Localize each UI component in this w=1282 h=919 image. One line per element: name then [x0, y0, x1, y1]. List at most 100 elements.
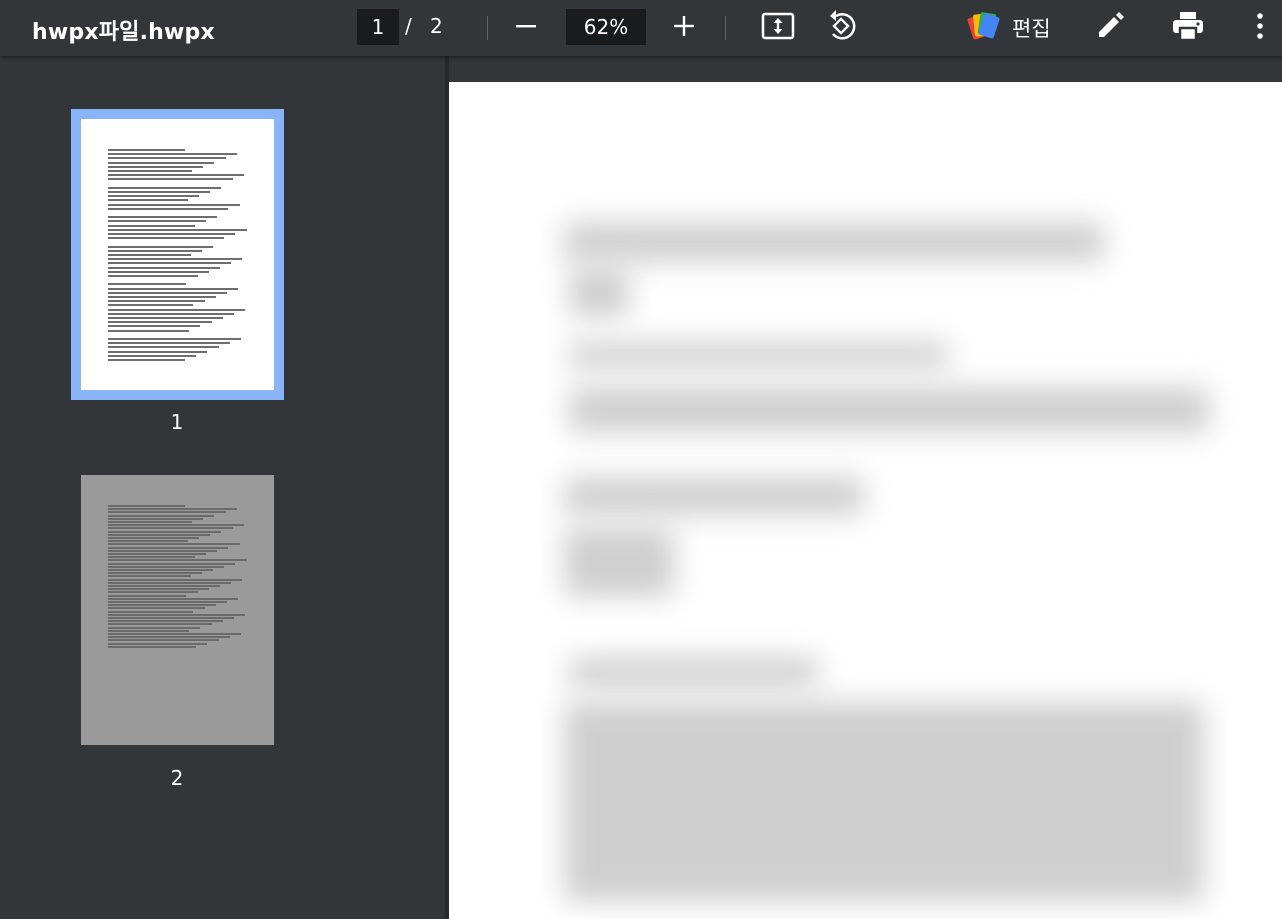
thumbnail-text-line	[108, 607, 205, 610]
annotate-button[interactable]	[1090, 8, 1130, 48]
thumbnail-label-1: 1	[170, 410, 184, 434]
page-separator: /	[405, 14, 412, 38]
blurred-text-block	[569, 342, 949, 368]
thumbnail-text-line	[108, 199, 188, 202]
thumbnail-text-line	[108, 540, 188, 543]
thumbnail-text-line	[108, 203, 240, 206]
thumbnail-text-line	[108, 249, 202, 252]
viewer-toolbar: hwpx파일.hwpx 1 / 2 62% 편집	[0, 0, 1282, 56]
thumbnail-text-line	[108, 153, 237, 156]
thumbnail-text-line	[108, 329, 190, 332]
thumbnail-text-line	[108, 359, 185, 361]
thumbnail-text-line	[108, 283, 187, 286]
printer-icon	[1171, 10, 1205, 47]
page-number-input[interactable]: 1	[357, 9, 399, 45]
thumbnail-text-line	[108, 633, 241, 635]
file-title: hwpx파일.hwpx	[32, 20, 215, 45]
edit-button[interactable]: 편집	[966, 10, 1051, 46]
fit-to-page-button[interactable]	[758, 8, 798, 48]
thumbnail-text-line	[108, 308, 246, 311]
thumbnail-text-line	[108, 354, 197, 357]
blurred-text-block	[569, 387, 1209, 433]
thumbnail-text-line	[108, 505, 185, 507]
rotate-button[interactable]	[822, 8, 862, 48]
thumbnail-page-1[interactable]	[71, 109, 284, 400]
docs-edit-icon	[966, 10, 1002, 47]
zoom-in-button[interactable]	[664, 8, 704, 48]
zoom-input[interactable]: 62%	[566, 9, 646, 45]
thumbnail-text-line	[108, 591, 198, 594]
thumbnail-text-line	[108, 597, 239, 600]
thumbnail-text-line	[108, 157, 226, 160]
thumbnail-text-line	[108, 575, 191, 578]
thumbnail-text-line	[108, 165, 204, 168]
thumbnail-text-line	[108, 508, 237, 511]
thumbnail-text-line	[108, 556, 195, 559]
thumbnail-text-line	[108, 161, 215, 164]
thumbnail-text-line	[108, 342, 230, 345]
thumbnail-text-line	[108, 178, 233, 181]
thumbnail-text-line	[108, 321, 212, 324]
thumbnail-text-line	[108, 533, 211, 536]
thumbnail-text-line	[108, 195, 199, 198]
blurred-text-block	[569, 657, 819, 687]
document-page-view	[449, 82, 1282, 919]
zoom-out-button[interactable]	[506, 8, 546, 48]
thumbnail-text-line	[108, 149, 185, 151]
pencil-icon	[1095, 11, 1125, 46]
thumbnail-text-line	[108, 623, 212, 626]
thumbnail-text-line	[108, 287, 239, 290]
thumbnail-page-2[interactable]	[81, 475, 274, 745]
thumbnail-text-line	[108, 594, 187, 597]
thumbnail-page-preview	[81, 119, 274, 390]
thumbnail-text-line	[108, 588, 209, 591]
thumbnail-text-line	[108, 639, 219, 642]
thumbnail-text-line	[108, 233, 236, 235]
print-button[interactable]	[1168, 8, 1208, 48]
thumbnail-text-line	[108, 543, 240, 546]
thumbnail-text-line	[108, 626, 201, 629]
blurred-text-block	[564, 702, 1204, 902]
thumbnail-text-line	[108, 527, 233, 530]
edit-label: 편집	[1012, 17, 1051, 41]
page-total: 2	[430, 14, 443, 38]
thumbnail-text-line	[108, 325, 201, 328]
thumbnail-text-line	[108, 559, 247, 562]
more-vert-icon	[1256, 12, 1264, 45]
blurred-text-block	[564, 477, 864, 515]
thumbnail-text-line	[108, 275, 198, 277]
thumbnail-text-line	[108, 604, 216, 607]
thumbnail-text-line	[108, 317, 223, 319]
minus-icon	[514, 14, 538, 43]
thumbnail-text-line	[108, 304, 194, 307]
thumbnail-text-line	[108, 220, 206, 223]
thumbnail-text-line	[108, 524, 244, 527]
thumbnail-text-line	[108, 537, 199, 539]
thumbnail-text-line	[108, 186, 222, 189]
thumbnail-text-line	[108, 270, 209, 273]
thumbnail-text-line	[108, 549, 218, 552]
thumbnail-text-line	[108, 514, 215, 517]
thumbnail-text-line	[108, 610, 194, 613]
thumbnail-text-line	[108, 338, 241, 340]
thumbnail-text-line	[108, 237, 225, 240]
fit-to-page-icon	[761, 11, 795, 46]
thumbnail-text-line	[108, 350, 208, 353]
thumbnail-text-line	[108, 636, 230, 639]
thumbnail-label-2: 2	[170, 766, 184, 790]
thumbnail-text-line	[108, 266, 220, 269]
thumbnail-text-line	[108, 585, 220, 587]
blurred-text-block	[564, 222, 1104, 262]
plus-icon	[672, 14, 696, 43]
thumbnail-text-line	[108, 207, 229, 210]
thumbnail-text-line	[108, 553, 206, 555]
more-options-button[interactable]	[1240, 8, 1280, 48]
thumbnail-text-line	[108, 629, 190, 632]
thumbnail-text-line	[108, 546, 229, 549]
thumbnail-text-line	[108, 346, 219, 349]
thumbnail-text-line	[108, 300, 205, 303]
thumbnail-text-line	[108, 224, 195, 227]
thumbnail-text-line	[108, 569, 213, 571]
thumbnail-text-line	[108, 216, 218, 219]
thumbnail-text-line	[108, 191, 211, 193]
